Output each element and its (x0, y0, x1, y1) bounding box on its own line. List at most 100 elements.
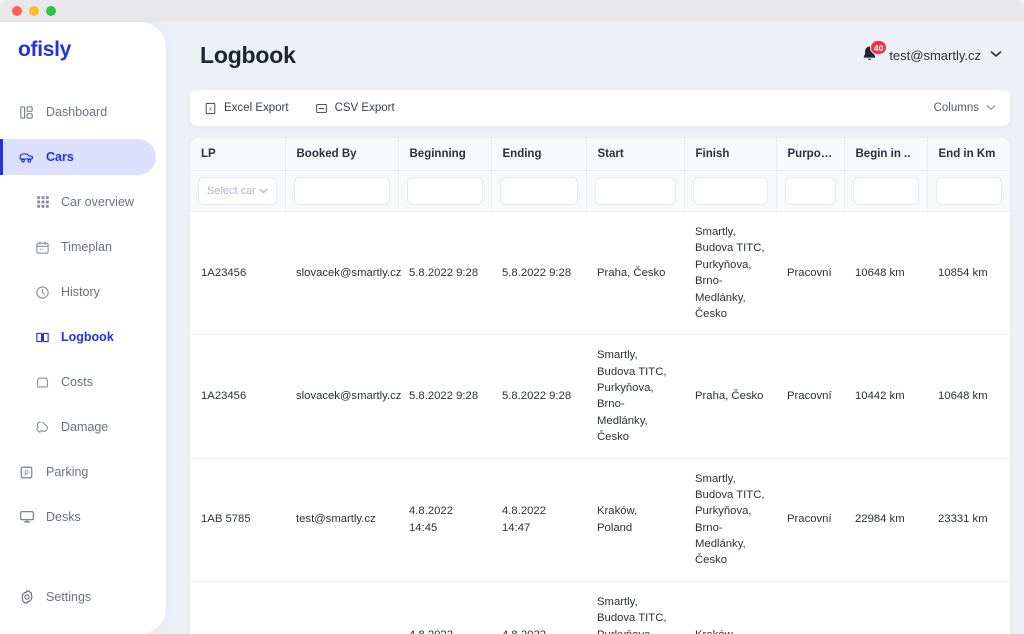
filter-input-finish[interactable] (692, 177, 768, 205)
sidebar-item-dashboard[interactable]: Dashboard (0, 94, 156, 130)
minimize-window-button[interactable] (29, 6, 39, 16)
cell-lp: 1AB 5785 (190, 458, 285, 582)
cell-finish: Praha, Česko (684, 334, 776, 459)
cell-finish: Kraków, Poland (684, 581, 776, 634)
sidebar-item-desks[interactable]: Desks (0, 499, 156, 535)
parking-icon: P (18, 464, 35, 481)
table-body: 1A23456 slovacek@smartly.cz 5.8.2022 9:28 5… (190, 211, 1010, 634)
column-header-finish[interactable]: Finish (684, 138, 777, 171)
excel-export-label: Excel Export (224, 102, 289, 114)
column-header-end-km[interactable]: End in Km (927, 138, 1010, 171)
columns-label: Columns (933, 102, 979, 114)
filter-input-begin-km[interactable] (852, 177, 919, 205)
filter-cell-finish (684, 170, 777, 212)
filter-cell-ending (491, 170, 587, 212)
csv-export-label: CSV Export (334, 102, 395, 114)
app-window: ofisly Dashboard Cars Car overview Timep… (0, 0, 1024, 634)
column-header-ending[interactable]: Ending (491, 138, 587, 171)
excel-file-icon: x (204, 102, 217, 115)
grid-icon (34, 194, 51, 211)
filter-cell-begin-km (844, 170, 928, 212)
gear-icon (18, 589, 35, 606)
dashboard-icon (18, 104, 35, 121)
close-window-button[interactable] (12, 6, 22, 16)
sidebar-item-label: Desks (46, 510, 81, 524)
filter-cell-end-km (927, 170, 1010, 212)
sidebar-item-cars[interactable]: Cars (0, 139, 156, 175)
cell-finish: Smartly, Budova TITC, Purkyňova, Brno-Me… (684, 211, 776, 336)
cell-begin-km: 22637 km (844, 581, 927, 634)
filter-input-ending[interactable] (499, 177, 578, 205)
svg-text:x: x (209, 106, 212, 112)
filter-cell-start (586, 170, 685, 212)
notifications-button[interactable]: 40 (860, 40, 888, 66)
sidebar-item-label: Costs (61, 375, 93, 389)
sidebar-item-logbook[interactable]: Logbook (0, 319, 156, 355)
sidebar-item-label: Damage (61, 420, 109, 434)
column-header-booked-by[interactable]: Booked By (285, 138, 399, 171)
topbar: Logbook 40 test@smartly.cz (166, 22, 1024, 92)
table-toolbar: x Excel Export CSV Export Columns (190, 90, 1010, 126)
table-row[interactable]: 1A23456 slovacek@smartly.cz 5.8.2022 9:28 5… (190, 334, 1010, 459)
cell-start: Praha, Česko (586, 211, 684, 336)
sidebar-item-settings[interactable]: Settings (0, 582, 91, 612)
cell-start: Kraków, Poland (586, 458, 684, 582)
columns-dropdown[interactable]: Columns (934, 102, 996, 114)
filter-input-start[interactable] (594, 177, 676, 205)
cell-booked-by: test@smartly.cz (285, 458, 398, 582)
sidebar-nav: Dashboard Cars Car overview Timeplan His… (0, 94, 166, 535)
sidebar-item-label: Cars (46, 150, 74, 164)
sidebar-item-car-overview[interactable]: Car overview (0, 184, 156, 220)
table-row[interactable]: 1AB 5785 test@smartly.cz 4.8.2022 14:45 4.8… (190, 458, 1010, 582)
sidebar-item-parking[interactable]: P Parking (0, 454, 156, 490)
cell-start: Smartly, Budova TITC, Purkyňova, Brno-Me… (586, 334, 684, 459)
sidebar-item-label: Parking (46, 465, 89, 479)
column-header-begin-km[interactable]: Begin in .. (844, 138, 928, 171)
sidebar-item-costs[interactable]: Costs (0, 364, 156, 400)
sidebar-item-history[interactable]: History (0, 274, 156, 310)
table-header-row: LP Booked By Beginning Ending Start Fini… (190, 138, 1010, 171)
sidebar-item-label: Logbook (61, 330, 114, 344)
select-car-dropdown[interactable]: Select car (198, 177, 277, 205)
calendar-icon (34, 239, 51, 256)
user-zone: 40 test@smartly.cz (860, 40, 1002, 66)
sidebar: ofisly Dashboard Cars Car overview Timep… (0, 22, 166, 634)
sidebar-item-damage[interactable]: Damage (0, 409, 156, 445)
user-email-label: test@smartly.cz (889, 47, 981, 63)
filter-cell-lp: Select car (190, 170, 286, 212)
column-header-purpose[interactable]: Purpose (776, 138, 845, 171)
table-row[interactable]: 1A23456 slovacek@smartly.cz 5.8.2022 9:28 5… (190, 211, 1010, 336)
cell-booked-by: slovacek@smartly.cz (285, 334, 401, 459)
column-header-lp[interactable]: LP (190, 138, 286, 171)
page-title: Logbook (200, 42, 296, 68)
main-content: Logbook 40 test@smartly.cz x Excel Expor… (166, 22, 1024, 634)
cell-lp: 1A23456 (190, 334, 285, 459)
maximize-window-button[interactable] (46, 6, 56, 16)
column-header-start[interactable]: Start (586, 138, 685, 171)
sidebar-item-label: Timeplan (61, 240, 112, 254)
excel-export-button[interactable]: x Excel Export (204, 102, 289, 115)
cell-beginning: 5.8.2022 9:28 (398, 334, 491, 459)
app-logo[interactable]: ofisly (18, 38, 71, 62)
wrench-icon (34, 419, 51, 436)
sidebar-item-label: History (61, 285, 100, 299)
filter-input-beginning[interactable] (406, 177, 483, 205)
cell-beginning: 4.8.2022 14:45 (398, 458, 491, 582)
cell-beginning: 4.8.2022 14:43 (398, 581, 491, 634)
cell-ending: 4.8.2022 14:47 (491, 458, 586, 582)
table-row[interactable]: 1AB 5785test@smartly.cz4.8.2022 14:434.8… (190, 581, 1010, 634)
csv-export-button[interactable]: CSV Export (315, 102, 395, 115)
filter-input-booked-by[interactable] (293, 177, 390, 205)
notification-badge: 40 (869, 40, 888, 55)
cell-end-km: 22984 km (927, 581, 1010, 634)
sidebar-item-timeplan[interactable]: Timeplan (0, 229, 156, 265)
filter-cell-purpose (776, 170, 845, 212)
filter-input-end-km[interactable] (935, 177, 1002, 205)
logbook-table-card: LP Booked By Beginning Ending Start Fini… (190, 138, 1010, 634)
column-header-beginning[interactable]: Beginning (398, 138, 492, 171)
chevron-down-icon[interactable] (990, 49, 1002, 61)
filter-cell-beginning (398, 170, 492, 212)
car-icon (18, 149, 35, 166)
filter-input-purpose[interactable] (784, 177, 836, 205)
cell-beginning: 5.8.2022 9:28 (398, 211, 491, 336)
